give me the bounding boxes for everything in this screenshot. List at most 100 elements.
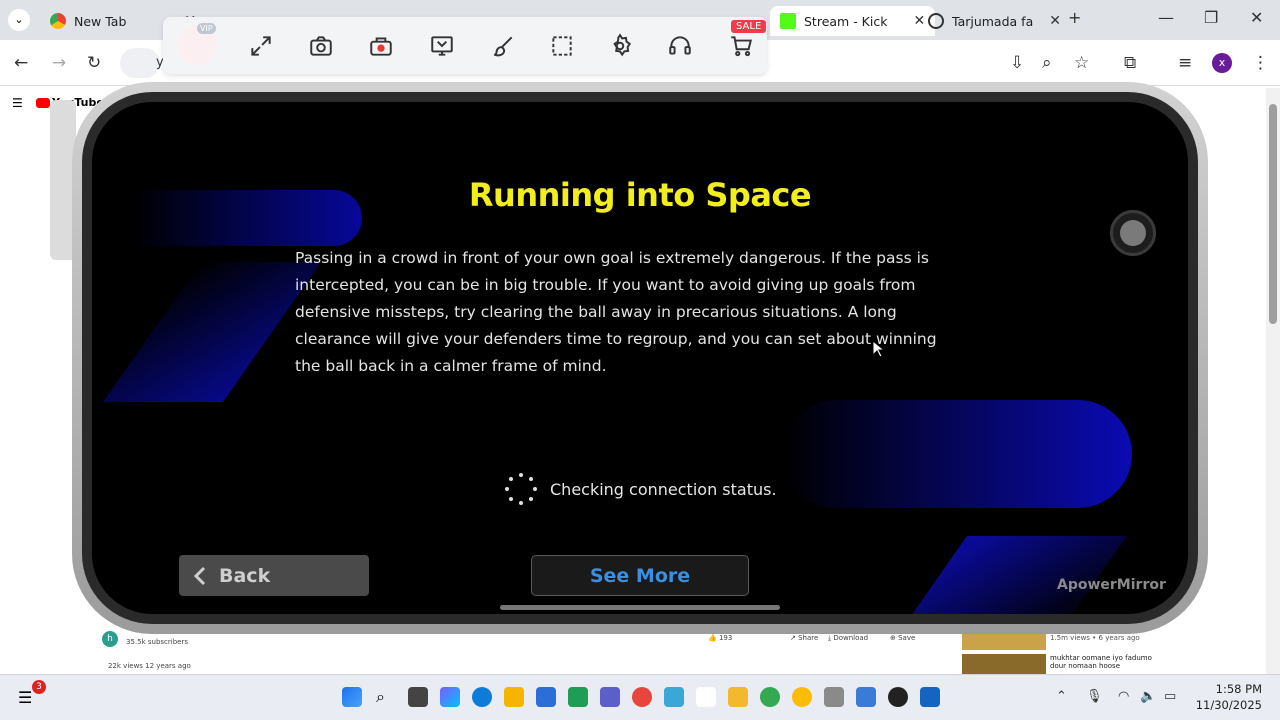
clock-time: 1:58 PM	[1215, 682, 1262, 696]
settings-app-icon[interactable]	[824, 687, 844, 707]
hamburger-menu-icon[interactable]: ☰	[12, 96, 23, 110]
search-icon[interactable]: ⌕	[376, 687, 385, 707]
start-windows-icon[interactable]	[342, 687, 362, 707]
phone-bezel: Running into Space Passing in a crowd in…	[82, 92, 1198, 624]
chrome-profile-icon[interactable]	[760, 687, 780, 707]
apowermirror-app-icon[interactable]	[856, 687, 876, 707]
teams-icon[interactable]	[600, 687, 620, 707]
video-thumbnail[interactable]	[962, 654, 1046, 674]
system-clock[interactable]: 1:58 PM 11/30/2025	[1196, 681, 1262, 713]
phone-screen[interactable]: Running into Space Passing in a crowd in…	[92, 102, 1188, 614]
new-tab-icon[interactable]: +	[1068, 8, 1081, 27]
sheets-icon[interactable]	[568, 687, 588, 707]
microphone-icon[interactable]: 🎙	[1086, 689, 1103, 704]
wifi-icon[interactable]: ◠	[1118, 689, 1129, 704]
scrollbar-thumb[interactable]	[1269, 104, 1277, 324]
tab-label: New Tab	[74, 13, 127, 29]
video-meta: 1.5m views • 6 years ago	[1050, 634, 1140, 642]
kick-icon	[780, 13, 796, 29]
connection-status: Checking connection status.	[504, 472, 777, 506]
decorative-stripe	[782, 400, 1132, 508]
volume-icon[interactable]: 🔈	[1140, 689, 1156, 704]
copilot-icon[interactable]	[440, 687, 460, 707]
chrome-profile-2-icon[interactable]	[792, 687, 812, 707]
settings-icon[interactable]	[605, 31, 635, 61]
crop-icon[interactable]	[547, 31, 577, 61]
save-button[interactable]: ⊕ Save	[890, 634, 915, 642]
youtube-video-meta: h 35.5k subscribers 22k views 12 years a…	[90, 628, 960, 674]
reload-icon[interactable]: ↻	[87, 53, 101, 73]
file-explorer-icon[interactable]	[728, 687, 748, 707]
openai-icon	[928, 13, 944, 29]
pdf-icon[interactable]	[696, 687, 716, 707]
youtube-play-icon	[36, 98, 50, 108]
media-controls-icon[interactable]: ≡	[1178, 53, 1192, 73]
download-button[interactable]: ⤓ Download	[828, 634, 868, 643]
tab-label: Tarjumada fa	[952, 13, 1034, 29]
mail-icon[interactable]	[536, 687, 556, 707]
clock-date: 11/30/2025	[1195, 698, 1262, 712]
brush-icon[interactable]	[488, 31, 518, 61]
screen-cast-icon[interactable]	[427, 31, 457, 61]
connection-status-text: Checking connection status.	[550, 479, 777, 499]
profile-avatar[interactable]: x	[1212, 53, 1232, 73]
channel-avatar[interactable]: h	[102, 631, 118, 647]
omnibox[interactable]: y	[120, 48, 164, 78]
tab-stream-kick[interactable]: Stream - Kick ✕	[770, 6, 936, 36]
chrome-app-icon[interactable]	[632, 687, 652, 707]
loading-tip-body: Passing in a crowd in front of your own …	[295, 249, 937, 375]
channel-subscribers: 35.5k subscribers	[126, 638, 188, 646]
widgets-icon[interactable]: ☰	[18, 688, 32, 707]
edge-icon[interactable]	[472, 687, 492, 707]
download-label: Download	[833, 634, 869, 642]
back-arrow-icon[interactable]: ←	[14, 53, 28, 73]
like-button[interactable]: 👍 193	[708, 634, 732, 642]
tab-label: Stream - Kick	[804, 13, 888, 29]
tab-search-chevron-icon[interactable]: ⌄	[8, 9, 30, 31]
save-label: Save	[898, 634, 916, 642]
show-hidden-icons-icon[interactable]: ⌃	[1056, 689, 1067, 704]
zoom-icon[interactable]: ⌕	[1042, 53, 1052, 73]
close-window-icon[interactable]: ✕	[1250, 8, 1263, 27]
chevron-left-icon	[193, 566, 206, 585]
mirror-toolbar: VIP SALE	[163, 17, 767, 74]
vip-badge: VIP	[197, 23, 216, 34]
openai-app-icon[interactable]	[888, 687, 908, 707]
support-icon[interactable]	[665, 31, 695, 61]
recommended-videos: 1.5m views • 6 years ago mukhtar oomane …	[962, 632, 1262, 676]
store-icon[interactable]	[504, 687, 524, 707]
apowermirror-watermark: ApowerMirror	[1057, 577, 1166, 593]
see-more-button[interactable]: See More	[531, 555, 749, 596]
fullscreen-icon[interactable]	[246, 31, 276, 61]
battery-icon[interactable]: ▭	[1164, 689, 1176, 704]
back-button[interactable]: Back	[179, 555, 369, 596]
minimize-icon[interactable]: —	[1158, 8, 1174, 27]
sale-badge: SALE	[731, 20, 767, 33]
video-thumbnail[interactable]	[962, 632, 1046, 650]
help-app-icon[interactable]	[920, 687, 940, 707]
cart-icon[interactable]	[726, 31, 756, 61]
menu-kebab-icon[interactable]: ⋮	[1252, 53, 1269, 73]
chrome-icon	[50, 13, 66, 29]
screenshot-icon[interactable]	[306, 31, 336, 61]
forward-arrow-icon[interactable]: →	[52, 53, 66, 73]
task-view-icon[interactable]	[408, 687, 428, 707]
video-title[interactable]: mukhtar oomane iyo fadumo dour nomaan ho…	[1050, 654, 1160, 670]
close-tab-icon[interactable]: ✕	[1049, 13, 1061, 29]
record-icon[interactable]	[366, 31, 396, 61]
restore-icon[interactable]: ❐	[1204, 8, 1218, 27]
extensions-icon[interactable]: ⧉	[1124, 53, 1136, 73]
home-indicator[interactable]	[500, 605, 780, 610]
loading-tip-title: Running into Space	[468, 176, 812, 214]
notification-badge: 3	[32, 680, 46, 694]
taskbar: ☰ ⌕ ⌃ 🎙 ◠ 🔈 ▭ 1:58 PM 11/30/2025	[0, 674, 1280, 720]
phone-frame: Running into Space Passing in a crowd in…	[72, 82, 1208, 634]
app-icon[interactable]	[664, 687, 684, 707]
install-app-icon[interactable]: ⇩	[1010, 53, 1024, 73]
share-button[interactable]: ↗ Share	[790, 634, 818, 642]
like-count: 193	[718, 634, 733, 642]
decorative-stripe	[896, 536, 1128, 614]
tab-tarjumada[interactable]: Tarjumada fa ✕	[918, 6, 1071, 36]
bookmark-star-icon[interactable]: ☆	[1074, 53, 1089, 73]
share-label: Share	[798, 634, 819, 642]
